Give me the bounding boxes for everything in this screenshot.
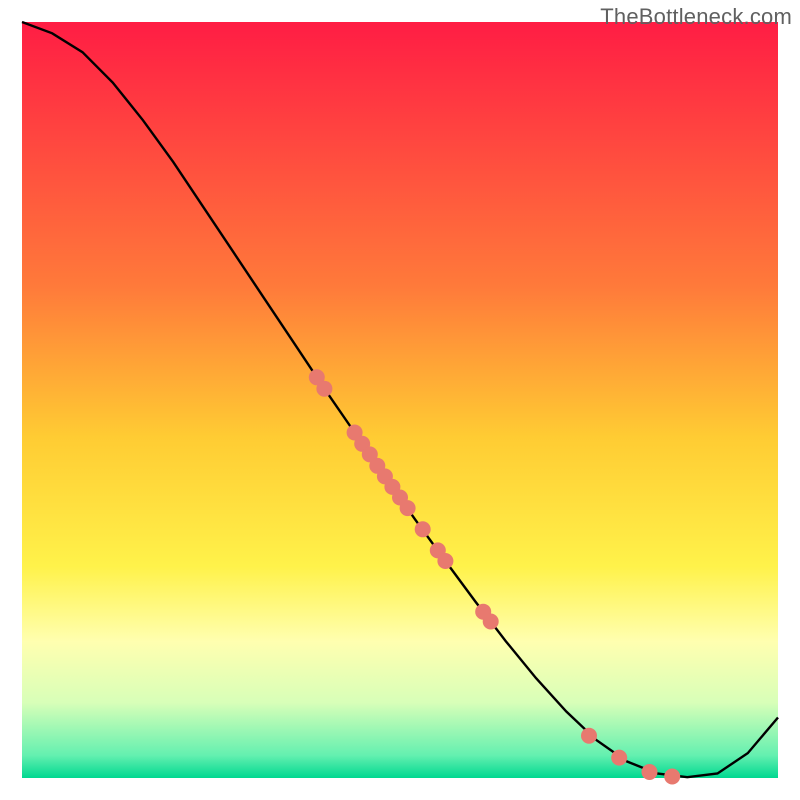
scatter-point — [415, 521, 431, 537]
watermark-text: TheBottleneck.com — [600, 4, 792, 30]
scatter-point — [581, 728, 597, 744]
scatter-point — [642, 764, 658, 780]
plot-background — [22, 22, 778, 778]
scatter-point — [483, 614, 499, 630]
scatter-point — [611, 750, 627, 766]
scatter-point — [664, 769, 680, 785]
chart-svg — [0, 0, 800, 800]
scatter-point — [437, 553, 453, 569]
scatter-point — [316, 381, 332, 397]
chart-container: TheBottleneck.com — [0, 0, 800, 800]
scatter-point — [400, 500, 416, 516]
